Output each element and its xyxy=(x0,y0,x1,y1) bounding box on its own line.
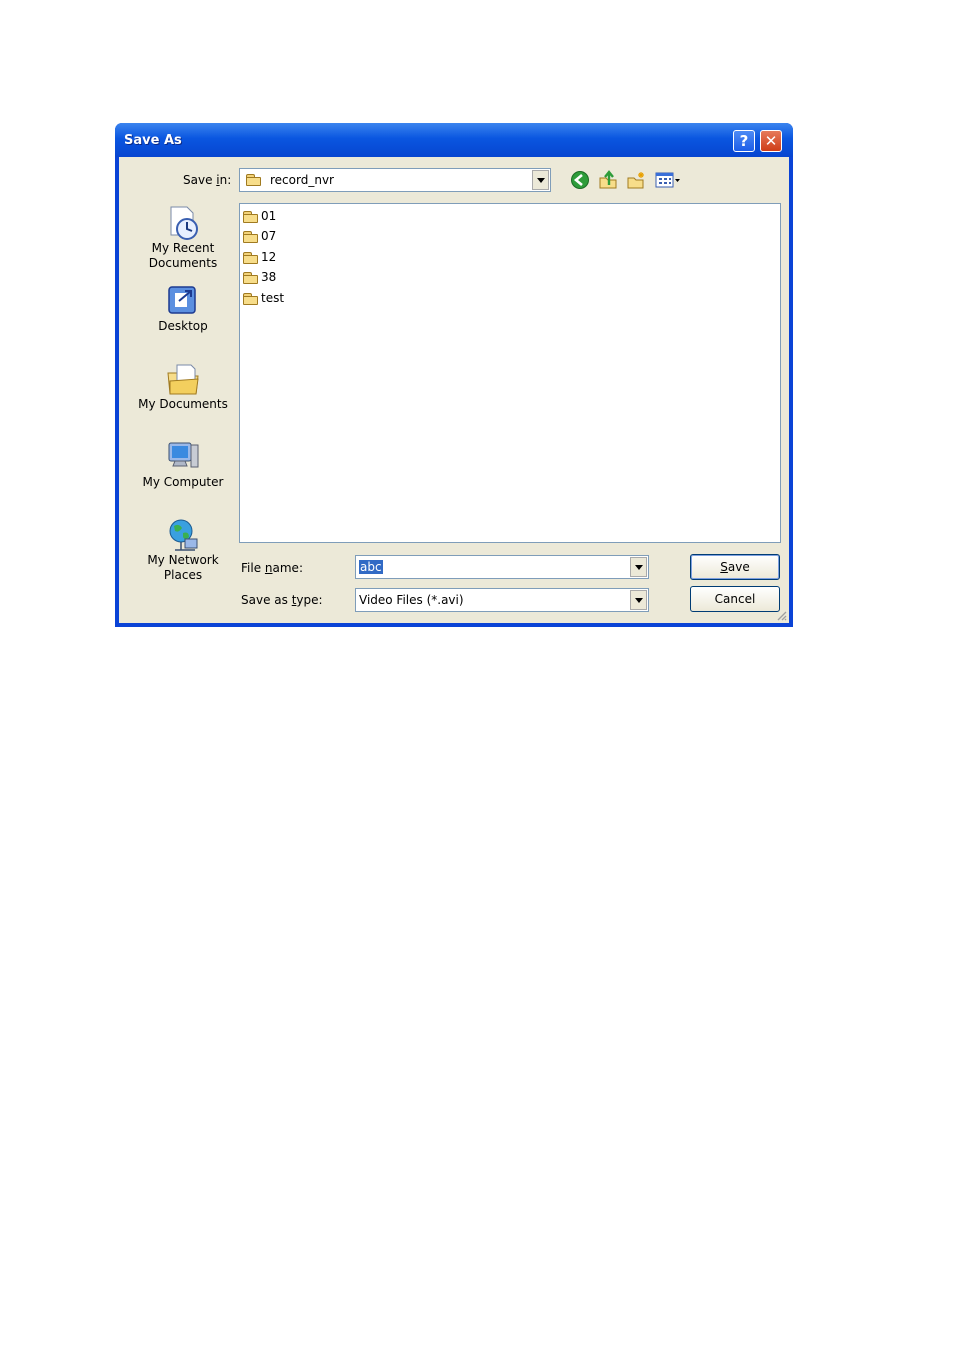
file-name-field[interactable]: abc xyxy=(355,555,649,579)
close-button[interactable]: ✕ xyxy=(760,130,782,152)
place-my-documents[interactable]: My Documents xyxy=(129,361,237,412)
cancel-button[interactable]: Cancel xyxy=(690,586,780,612)
list-item[interactable]: test xyxy=(243,289,284,307)
title-bar[interactable]: Save As ? ✕ xyxy=(115,123,793,157)
folder-icon xyxy=(243,271,259,284)
chevron-down-icon[interactable] xyxy=(630,590,647,610)
place-desktop[interactable]: Desktop xyxy=(129,283,237,334)
place-my-computer[interactable]: My Computer xyxy=(129,439,237,490)
save-as-type-value: Video Files (*.avi) xyxy=(359,593,464,607)
save-as-dialog: Save As ? ✕ Save in: record_nvr My Recen… xyxy=(115,123,793,627)
save-in-label: Save in: xyxy=(183,173,232,187)
list-item[interactable]: 07 xyxy=(243,227,276,245)
recent-documents-icon xyxy=(170,206,198,240)
save-button[interactable]: Save xyxy=(690,554,780,580)
network-places-icon xyxy=(169,519,198,551)
file-name-label: File name: xyxy=(241,561,303,575)
chevron-down-icon[interactable] xyxy=(630,557,647,577)
save-in-value: record_nvr xyxy=(270,173,334,187)
resize-grip-icon[interactable] xyxy=(775,609,787,621)
back-icon[interactable] xyxy=(570,170,590,190)
file-name-value[interactable]: abc xyxy=(359,560,383,574)
folder-icon xyxy=(246,174,262,186)
desktop-icon xyxy=(168,286,196,314)
list-item[interactable]: 12 xyxy=(243,248,276,266)
folder-icon xyxy=(243,292,259,305)
dialog-body: Save in: record_nvr My Recent Documents … xyxy=(119,157,789,623)
save-in-dropdown[interactable]: record_nvr xyxy=(239,168,551,192)
folder-icon xyxy=(243,230,259,243)
views-menu-icon[interactable] xyxy=(654,170,682,190)
up-folder-icon[interactable] xyxy=(598,170,618,190)
my-documents-icon xyxy=(167,364,199,395)
list-item[interactable]: 38 xyxy=(243,268,276,286)
save-as-type-label: Save as type: xyxy=(241,593,323,607)
place-recent-documents[interactable]: My Recent Documents xyxy=(129,205,237,271)
new-folder-icon[interactable] xyxy=(626,170,646,190)
help-button[interactable]: ? xyxy=(733,130,755,152)
place-network-places[interactable]: My Network Places xyxy=(129,517,237,583)
list-item[interactable]: 01 xyxy=(243,207,276,225)
file-list[interactable]: 01 07 12 38 test xyxy=(239,203,781,543)
folder-icon xyxy=(243,251,259,264)
folder-icon xyxy=(243,210,259,223)
my-computer-icon xyxy=(168,442,199,468)
window-title: Save As xyxy=(124,133,182,148)
chevron-down-icon[interactable] xyxy=(532,170,549,190)
save-as-type-dropdown[interactable]: Video Files (*.avi) xyxy=(355,588,649,612)
